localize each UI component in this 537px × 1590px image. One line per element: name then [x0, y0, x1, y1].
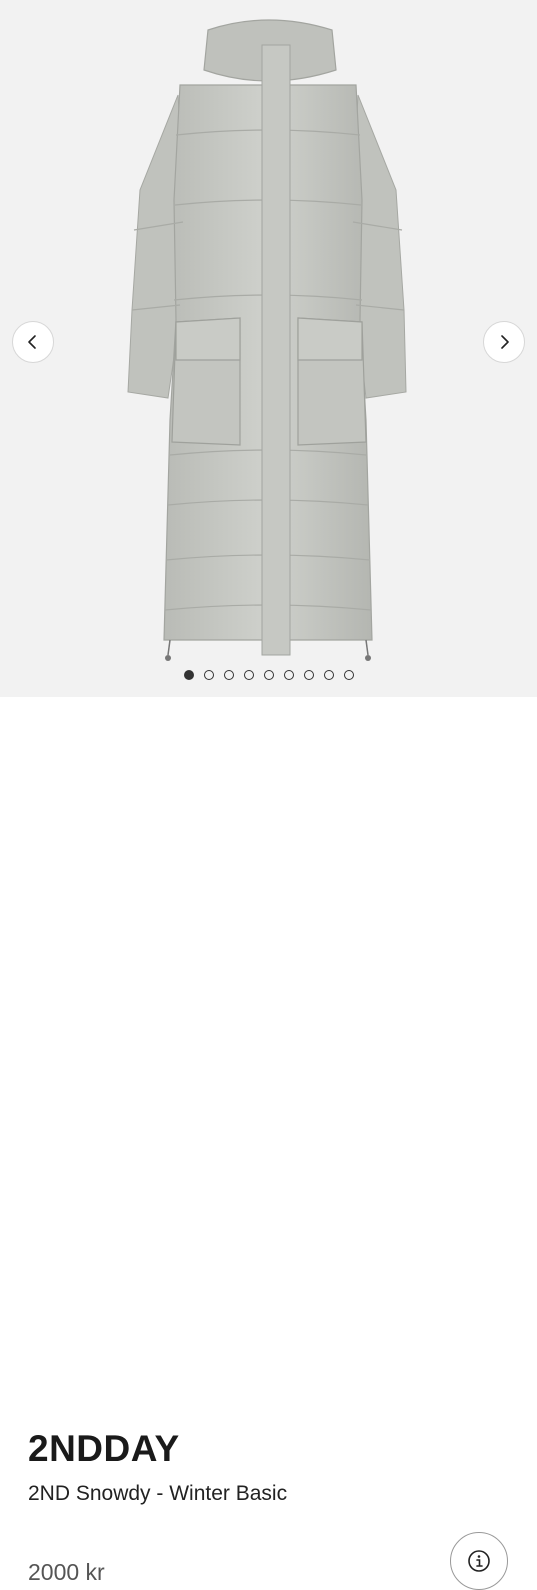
carousel-indicators [0, 670, 537, 682]
brand-name: 2NDDAY [28, 1428, 180, 1469]
carousel-dot[interactable] [223, 670, 234, 680]
product-info: 2NDDAY 2ND Snowdy - Winter Basic 2000 kr [0, 697, 537, 1590]
previous-image-button[interactable] [12, 321, 54, 363]
next-image-button[interactable] [483, 321, 525, 363]
product-image [127, 19, 407, 661]
carousel-dot[interactable] [323, 670, 334, 680]
carousel-dot[interactable] [283, 670, 294, 680]
info-icon [468, 1550, 490, 1572]
carousel-dot[interactable] [303, 670, 314, 680]
chevron-left-icon [28, 335, 36, 349]
info-button[interactable] [450, 1532, 508, 1590]
carousel-dot[interactable] [243, 670, 254, 680]
product-image-gallery[interactable] [0, 0, 537, 697]
carousel-dot[interactable] [343, 670, 354, 680]
chevron-right-icon [501, 335, 509, 349]
carousel-dot[interactable] [183, 670, 194, 680]
product-name: 2ND Snowdy - Winter Basic [28, 1482, 288, 1505]
product-price: 2000 kr [28, 1559, 105, 1585]
carousel-dot[interactable] [263, 670, 274, 680]
carousel-dot[interactable] [203, 670, 214, 680]
